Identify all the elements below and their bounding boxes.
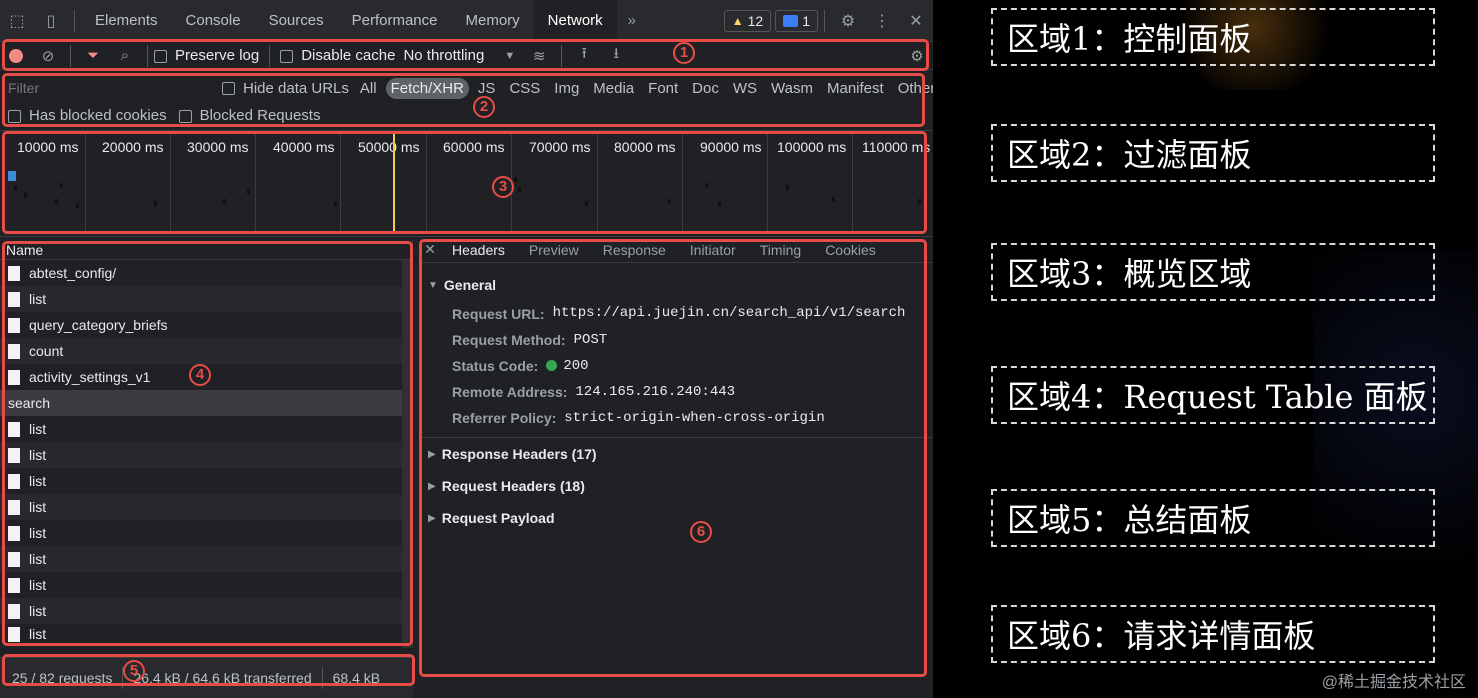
- device-toolbar-icon[interactable]: ▯: [34, 0, 68, 42]
- settings-gear-icon[interactable]: ⚙: [831, 0, 865, 42]
- tab-elements[interactable]: Elements: [81, 0, 172, 42]
- warnings-count: 12: [747, 12, 764, 29]
- legend-item-region-1: 区域1：控制面板: [991, 8, 1435, 66]
- region-4-highlight: [2, 241, 413, 646]
- more-tabs-icon[interactable]: »: [617, 12, 647, 29]
- region-number-2: 2: [473, 96, 495, 118]
- messages-count: 1: [802, 12, 810, 29]
- legend-item-region-5: 区域5：总结面板: [991, 489, 1435, 547]
- tab-network[interactable]: Network: [533, 0, 617, 42]
- divider: [824, 9, 825, 32]
- warnings-badge[interactable]: ▲ 12: [723, 9, 772, 32]
- region-3-highlight: [2, 131, 927, 234]
- legend-item-region-6: 区域6：请求详情面板: [991, 605, 1435, 663]
- more-options-icon[interactable]: ⋮: [865, 0, 899, 42]
- legend-panel: 区域1：控制面板 区域2：过滤面板 区域3：概览区域 区域4：Request T…: [933, 0, 1478, 698]
- message-icon: [783, 14, 799, 27]
- tab-performance[interactable]: Performance: [338, 0, 452, 42]
- region-5-highlight: [2, 654, 415, 686]
- region-number-5: 5: [123, 660, 145, 682]
- region-6-highlight: [419, 239, 927, 677]
- tab-memory[interactable]: Memory: [451, 0, 533, 42]
- background-shape: [1313, 250, 1478, 610]
- legend-item-region-4: 区域4：Request Table 面板: [991, 366, 1435, 424]
- close-icon[interactable]: ✕: [899, 0, 933, 42]
- divider: [74, 9, 75, 32]
- region-number-3: 3: [492, 176, 514, 198]
- legend-item-region-2: 区域2：过滤面板: [991, 124, 1435, 182]
- region-2-highlight: [2, 73, 925, 127]
- watermark: @稀土掘金技术社区: [1321, 674, 1466, 691]
- legend-item-region-3: 区域3：概览区域: [991, 243, 1435, 301]
- region-1-highlight: [2, 39, 929, 71]
- warning-icon: ▲: [731, 13, 744, 28]
- devtools-tabbar: ⬚ ▯ Elements Console Sources Performance…: [0, 0, 933, 42]
- devtools-window: ⬚ ▯ Elements Console Sources Performance…: [0, 0, 933, 698]
- region-number-6: 6: [690, 521, 712, 543]
- inspect-element-icon[interactable]: ⬚: [0, 0, 34, 42]
- region-number-4: 4: [189, 364, 211, 386]
- messages-badge[interactable]: 1: [775, 9, 818, 32]
- tab-sources[interactable]: Sources: [255, 0, 338, 42]
- region-number-1: 1: [673, 42, 695, 64]
- tab-console[interactable]: Console: [172, 0, 255, 42]
